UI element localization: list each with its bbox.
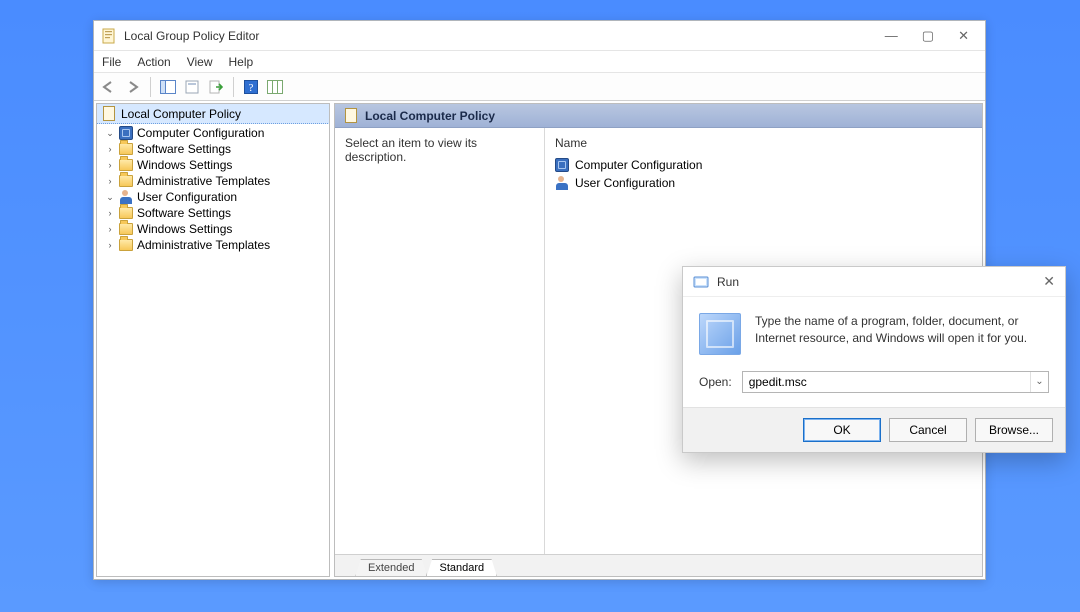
tab-extended[interactable]: Extended [355, 559, 427, 577]
run-close-button[interactable]: ✕ [1043, 273, 1055, 290]
title-bar[interactable]: Local Group Policy Editor — ▢ ✕ [94, 21, 985, 51]
folder-icon [119, 239, 133, 251]
menu-bar: File Action View Help [94, 51, 985, 73]
description-prompt: Select an item to view its description. [345, 136, 477, 164]
help-button[interactable]: ? [240, 76, 262, 98]
tree-node-label: Windows Settings [137, 222, 232, 236]
user-config-icon [119, 190, 133, 204]
tree-node-admin-templates[interactable]: › Administrative Templates [101, 173, 329, 189]
menu-view[interactable]: View [187, 55, 213, 69]
tree-node-label: Administrative Templates [137, 238, 270, 252]
app-icon [102, 28, 118, 44]
chevron-down-icon[interactable]: ⌄ [105, 128, 115, 138]
run-ok-button[interactable]: OK [803, 418, 881, 442]
close-button[interactable]: ✕ [958, 29, 969, 42]
panel-icon [160, 80, 176, 94]
chevron-right-icon[interactable]: › [105, 160, 115, 170]
toolbar: ? [94, 73, 985, 101]
list-item-computer-config[interactable]: Computer Configuration [553, 156, 974, 174]
tree-node-software-settings[interactable]: › Software Settings [101, 205, 329, 221]
list-item-label: User Configuration [575, 176, 675, 190]
folder-icon [119, 207, 133, 219]
tree-node-label: User Configuration [137, 190, 237, 204]
tree-root[interactable]: Local Computer Policy [96, 103, 330, 124]
properties-button[interactable] [181, 76, 203, 98]
tree-node-software-settings[interactable]: › Software Settings [101, 141, 329, 157]
tree-root-label: Local Computer Policy [121, 107, 241, 121]
chevron-right-icon[interactable]: › [105, 240, 115, 250]
tree-pane[interactable]: Local Computer Policy ⌄ Computer Configu… [96, 103, 330, 577]
run-open-label: Open: [699, 375, 732, 389]
export-icon [209, 80, 223, 94]
policy-icon [103, 106, 115, 121]
list-item-user-config[interactable]: User Configuration [553, 174, 974, 192]
tree-node-windows-settings[interactable]: › Windows Settings [101, 221, 329, 237]
run-title-bar[interactable]: Run ✕ [683, 267, 1065, 297]
content-header-label: Local Computer Policy [365, 109, 495, 123]
policy-icon [345, 108, 357, 123]
menu-file[interactable]: File [102, 55, 121, 69]
chevron-down-icon[interactable]: ⌄ [105, 192, 115, 202]
tree-node-label: Windows Settings [137, 158, 232, 172]
menu-help[interactable]: Help [229, 55, 254, 69]
help-icon: ? [244, 80, 258, 94]
chevron-down-icon[interactable]: ⌄ [1030, 372, 1048, 392]
toolbar-separator [150, 77, 151, 97]
properties-icon [185, 80, 199, 94]
forward-button[interactable] [122, 76, 144, 98]
svg-text:?: ? [249, 82, 254, 94]
minimize-button[interactable]: — [885, 29, 898, 42]
tree-node-admin-templates[interactable]: › Administrative Templates [101, 237, 329, 253]
filter-button[interactable] [264, 76, 286, 98]
run-open-combobox[interactable]: ⌄ [742, 371, 1049, 393]
computer-config-icon [555, 158, 569, 172]
chevron-right-icon[interactable]: › [105, 208, 115, 218]
tree-node-label: Computer Configuration [137, 126, 264, 140]
user-config-icon [555, 176, 569, 190]
list-item-label: Computer Configuration [575, 158, 702, 172]
run-browse-button[interactable]: Browse... [975, 418, 1053, 442]
tree-node-computer-config[interactable]: ⌄ Computer Configuration [101, 125, 329, 141]
description-column: Select an item to view its description. [335, 128, 545, 554]
folder-icon [119, 143, 133, 155]
chevron-right-icon[interactable]: › [105, 144, 115, 154]
tree-node-label: Software Settings [137, 206, 231, 220]
tree-node-windows-settings[interactable]: › Windows Settings [101, 157, 329, 173]
content-tabs: Extended Standard [335, 554, 982, 576]
run-program-icon [699, 313, 741, 355]
arrow-left-icon [102, 81, 116, 93]
columns-icon [267, 80, 283, 94]
toolbar-separator [233, 77, 234, 97]
content-header: Local Computer Policy [335, 104, 982, 128]
folder-icon [119, 159, 133, 171]
run-open-input[interactable] [743, 373, 1030, 391]
export-button[interactable] [205, 76, 227, 98]
maximize-button[interactable]: ▢ [922, 29, 934, 42]
run-title-label: Run [717, 275, 739, 289]
run-button-row: OK Cancel Browse... [683, 407, 1065, 452]
list-header-name[interactable]: Name [553, 132, 974, 156]
tree-node-user-config[interactable]: ⌄ User Configuration [101, 189, 329, 205]
run-description: Type the name of a program, folder, docu… [755, 313, 1049, 355]
chevron-right-icon[interactable]: › [105, 176, 115, 186]
tree-node-label: Software Settings [137, 142, 231, 156]
arrow-right-icon [126, 81, 140, 93]
chevron-right-icon[interactable]: › [105, 224, 115, 234]
run-dialog: Run ✕ Type the name of a program, folder… [682, 266, 1066, 453]
tree-node-label: Administrative Templates [137, 174, 270, 188]
window-title: Local Group Policy Editor [124, 29, 259, 43]
tab-standard[interactable]: Standard [426, 559, 497, 577]
folder-icon [119, 175, 133, 187]
folder-icon [119, 223, 133, 235]
run-cancel-button[interactable]: Cancel [889, 418, 967, 442]
show-hide-tree-button[interactable] [157, 76, 179, 98]
menu-action[interactable]: Action [137, 55, 170, 69]
computer-config-icon [119, 126, 133, 140]
back-button[interactable] [98, 76, 120, 98]
run-title-icon [693, 274, 709, 290]
